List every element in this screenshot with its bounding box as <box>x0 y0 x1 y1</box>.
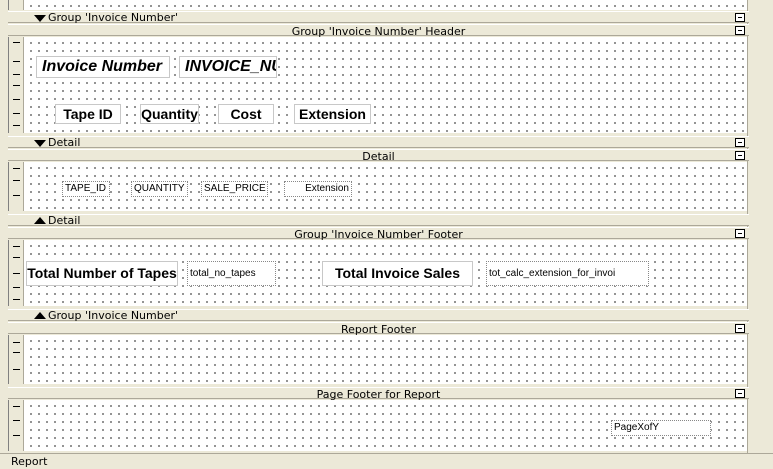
section-header-report-footer[interactable]: Report Footer <box>8 322 749 335</box>
group-detail-bottom-bar[interactable]: Detail <box>8 214 749 227</box>
collapse-minus-icon[interactable] <box>735 229 745 238</box>
collapse-minus-icon[interactable] <box>735 26 745 35</box>
extension-label[interactable]: Extension <box>294 104 371 124</box>
vertical-ruler <box>9 335 24 384</box>
expand-arrow-icon[interactable] <box>34 217 46 224</box>
total-tapes-field[interactable]: total_no_tapes <box>187 261 276 286</box>
cost-label[interactable]: Cost <box>218 104 274 124</box>
vertical-ruler <box>9 162 24 211</box>
quantity-label[interactable]: Quantity <box>140 104 199 124</box>
status-label: Report <box>11 455 48 468</box>
extension-field[interactable]: Extension <box>284 181 352 197</box>
section-report-header-body[interactable] <box>8 0 747 10</box>
section-group-footer-body[interactable]: Total Number of Tapes total_no_tapes Tot… <box>8 240 747 306</box>
group-invoice-number-bar[interactable]: Group 'Invoice Number' <box>8 11 749 24</box>
page-x-of-y-field[interactable]: PageXofY <box>611 420 711 436</box>
total-sales-field[interactable]: tot_calc_extension_for_invoi <box>486 261 649 286</box>
quantity-field[interactable]: QUANTITY <box>131 181 188 197</box>
vertical-ruler <box>9 37 24 133</box>
section-header-detail[interactable]: Detail <box>8 149 749 162</box>
collapse-arrow-icon[interactable] <box>34 15 46 22</box>
invoice-number-label[interactable]: Invoice Number <box>36 56 170 78</box>
section-group-header-body[interactable]: Invoice Number INVOICE_NU Tape ID Quanti… <box>8 37 747 133</box>
collapse-minus-icon[interactable] <box>735 389 745 398</box>
section-page-footer-body[interactable]: PageXofY <box>8 400 747 451</box>
collapse-minus-icon[interactable] <box>735 324 745 333</box>
collapse-arrow-icon[interactable] <box>34 140 46 147</box>
section-header-group-header[interactable]: Group 'Invoice Number' Header <box>8 24 749 37</box>
expand-arrow-icon[interactable] <box>34 312 46 319</box>
group-label: Detail <box>48 136 81 149</box>
group-label: Group 'Invoice Number' <box>48 309 179 322</box>
collapse-minus-icon[interactable] <box>735 138 745 147</box>
sale-price-field[interactable]: SALE_PRICE <box>201 181 268 197</box>
invoice-number-field[interactable]: INVOICE_NU <box>179 56 277 78</box>
collapse-minus-icon[interactable] <box>735 151 745 160</box>
section-header-group-footer[interactable]: Group 'Invoice Number' Footer <box>8 227 749 240</box>
total-sales-label[interactable]: Total Invoice Sales <box>322 261 473 286</box>
tape-id-label[interactable]: Tape ID <box>55 104 121 124</box>
collapse-minus-icon[interactable] <box>735 13 745 22</box>
status-bar: Report <box>0 453 773 469</box>
vertical-ruler <box>9 0 24 10</box>
section-detail-body[interactable]: TAPE_ID QUANTITY SALE_PRICE Extension <box>8 162 747 211</box>
total-tapes-label[interactable]: Total Number of Tapes <box>26 261 178 286</box>
section-header-page-footer[interactable]: Page Footer for Report <box>8 387 749 400</box>
tape-id-field[interactable]: TAPE_ID <box>62 181 110 197</box>
window-right-edge <box>747 0 773 469</box>
group-invoice-number-bottom-bar[interactable]: Group 'Invoice Number' <box>8 309 749 322</box>
vertical-ruler <box>9 400 24 451</box>
section-report-footer-body[interactable] <box>8 335 747 384</box>
group-detail-bar[interactable]: Detail <box>8 136 749 149</box>
vertical-ruler <box>9 240 24 306</box>
group-label: Group 'Invoice Number' <box>48 11 179 24</box>
group-label: Detail <box>48 214 81 227</box>
